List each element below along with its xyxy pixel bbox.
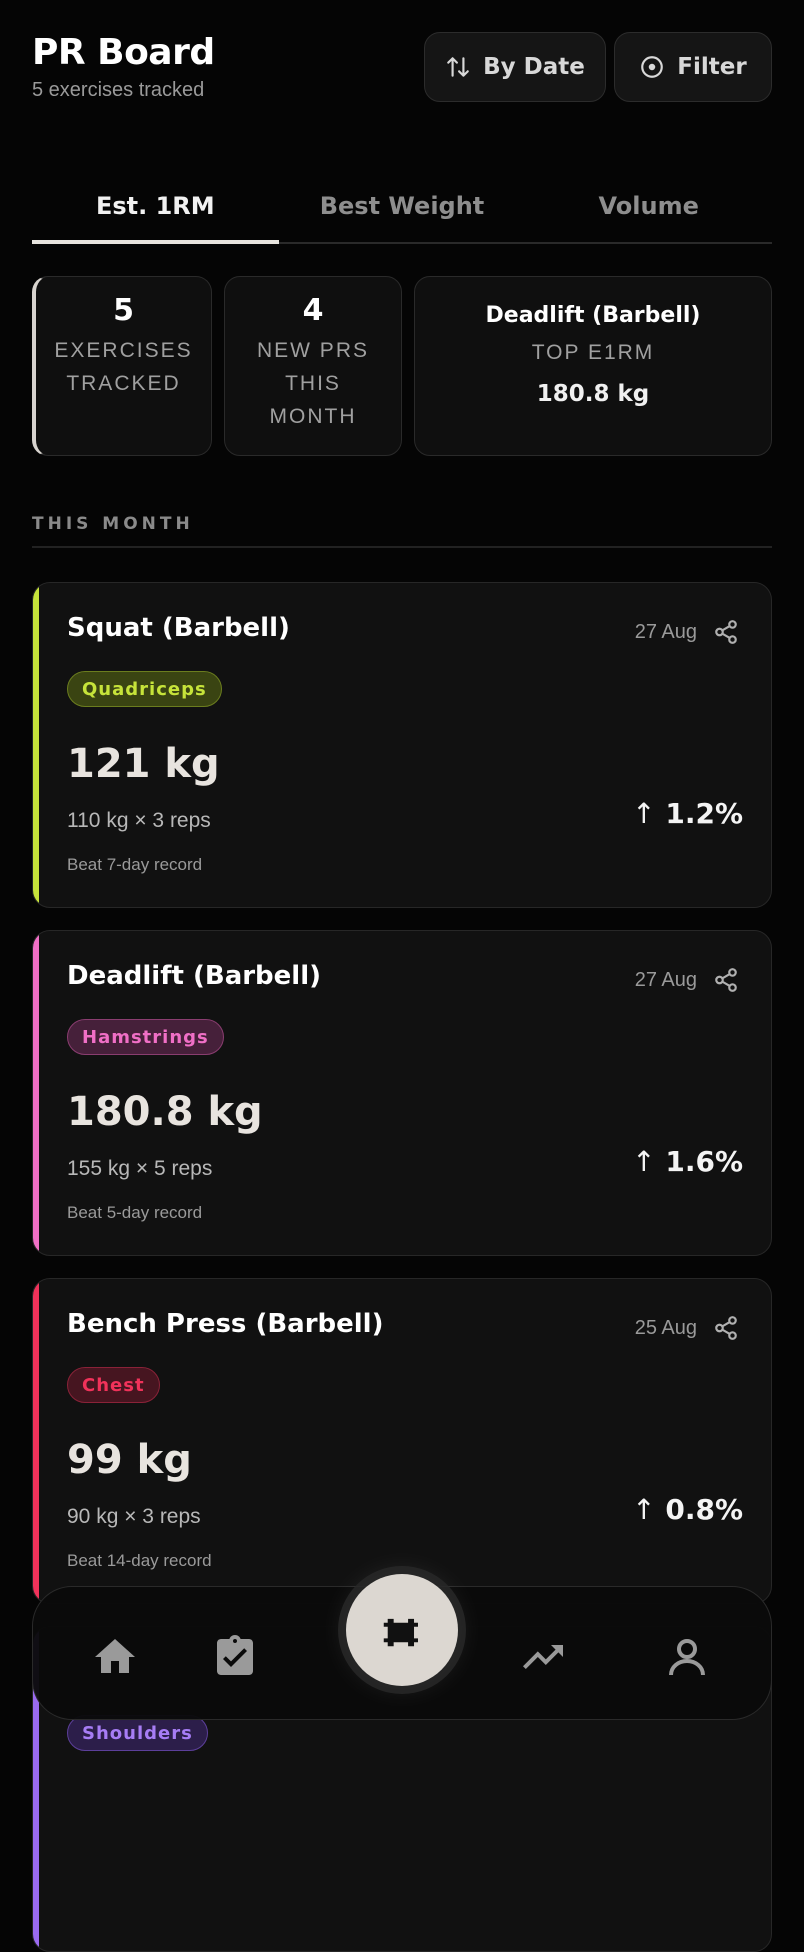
header: PR Board 5 exercises tracked [32,32,215,102]
section-title: THIS MONTH [32,514,772,548]
person-icon[interactable] [663,1633,711,1681]
stat-top-exercise: Deadlift (Barbell) [485,303,701,328]
pr-date: 27 Aug [634,621,697,643]
set-detail: 110 kg × 3 reps [67,809,211,832]
stat-top-e1rm: Deadlift (Barbell) TOP E1RM 180.8 kg [414,276,772,456]
set-detail: 155 kg × 5 reps [67,1157,213,1180]
set-detail: 90 kg × 3 reps [67,1505,201,1528]
stat-new-prs-label-1: NEW PRS [256,339,369,362]
pr-change: ↑ 1.6% [632,1145,743,1178]
stat-top-value: 180.8 kg [536,381,650,407]
stat-new-prs-label-2: THIS [285,372,341,395]
estimated-1rm: 121 kg [67,741,220,787]
card-accent [33,1279,39,1603]
stat-new-prs-value: 4 [302,293,324,328]
share-icon[interactable] [713,1315,739,1341]
pr-change: ↑ 0.8% [632,1493,743,1526]
filter-icon [641,56,664,78]
beat-record: Beat 14-day record [67,1551,212,1570]
filter-button-label: Filter [677,54,747,80]
muscle-badge: Hamstrings [67,1019,224,1055]
stat-exercises-value: 5 [113,293,134,328]
stat-exercises-tracked: 5 EXERCISES TRACKED [32,276,212,456]
arrow-up-icon: ↑ [632,1145,656,1178]
pr-date: 25 Aug [634,1317,697,1339]
pr-change-value: 0.8% [665,1493,743,1526]
beat-record: Beat 5-day record [67,1203,203,1222]
clipboard-check-icon[interactable] [211,1633,259,1681]
home-icon[interactable] [91,1633,139,1681]
pr-card[interactable]: Deadlift (Barbell) 27 Aug Hamstrings 180… [32,930,772,1256]
muscle-badge: Chest [67,1367,160,1403]
card-accent [33,931,39,1255]
exercise-name: Squat (Barbell) [67,613,290,643]
muscle-badge: Quadriceps [67,671,222,707]
pr-change-value: 1.6% [665,1145,743,1178]
page-title: PR Board [32,32,215,73]
pr-card[interactable]: Bench Press (Barbell) 25 Aug Chest 99 kg… [32,1278,772,1604]
metric-tabs: Est. 1RM Best Weight Volume [32,180,772,244]
stat-exercises-label-1: EXERCISES [54,339,193,362]
stat-top-label: TOP E1RM [531,341,655,364]
sort-button-label: By Date [483,54,585,80]
stat-new-prs: 4 NEW PRS THIS MONTH [224,276,402,456]
trending-up-icon[interactable] [519,1633,567,1681]
workout-fab-button[interactable] [346,1574,458,1686]
sort-button[interactable]: By Date [424,32,606,102]
estimated-1rm: 99 kg [67,1437,192,1483]
filter-button[interactable]: Filter [614,32,772,102]
estimated-1rm: 180.8 kg [67,1089,263,1135]
page-subtitle: 5 exercises tracked [32,79,205,101]
share-icon[interactable] [713,967,739,993]
stat-new-prs-label-3: MONTH [269,405,357,428]
tab-best-weight[interactable]: Best Weight [279,180,526,242]
arrow-up-icon: ↑ [632,1493,656,1526]
share-icon[interactable] [713,619,739,645]
pr-change: ↑ 1.2% [632,797,743,830]
card-accent [33,583,39,907]
tab-volume[interactable]: Volume [525,180,772,242]
stat-exercises-label-2: TRACKED [66,372,181,395]
muscle-badge: Shoulders [67,1715,208,1751]
sort-icon [447,57,469,77]
tab-est-1rm[interactable]: Est. 1RM [32,180,279,244]
exercise-name: Deadlift (Barbell) [67,961,322,991]
pr-date: 27 Aug [634,969,697,991]
pr-change-value: 1.2% [665,797,743,830]
beat-record: Beat 7-day record [67,855,203,874]
exercise-name: Bench Press (Barbell) [67,1309,384,1339]
arrow-up-icon: ↑ [632,797,656,830]
pr-card[interactable]: Squat (Barbell) 27 Aug Quadriceps 121 kg… [32,582,772,908]
dumbbell-icon [383,1618,418,1647]
